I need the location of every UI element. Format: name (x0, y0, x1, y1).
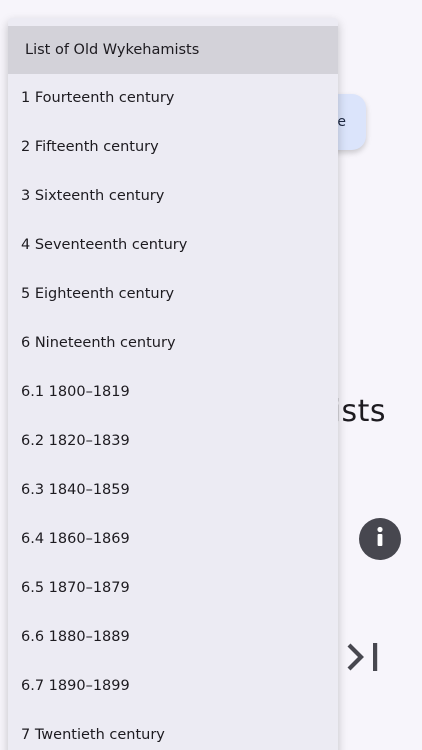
menu-item-label: 6 Nineteenth century (21, 335, 176, 351)
menu-item[interactable]: 1 Fourteenth century (8, 74, 338, 122)
menu-item[interactable]: 6.6 1880–1889 (8, 613, 338, 661)
menu-item[interactable]: 7 Twentieth century (8, 711, 338, 750)
menu-item[interactable]: 3 Sixteenth century (8, 172, 338, 220)
toc-dropdown-menu: List of Old Wykehamists 1 Fourteenth cen… (8, 18, 338, 750)
menu-item[interactable]: 2 Fifteenth century (8, 123, 338, 171)
menu-item-label: 6.2 1820–1839 (21, 433, 130, 449)
menu-item-label: 4 Seventeenth century (21, 237, 188, 253)
page-title-text: ists (332, 393, 386, 429)
screen: e ists List of Old Wykehamists 1 Fourtee… (0, 0, 422, 750)
menu-item[interactable]: 5 Eighteenth century (8, 270, 338, 318)
background-button-label: e (337, 114, 346, 130)
menu-item[interactable]: 4 Seventeenth century (8, 221, 338, 269)
menu-item[interactable]: 6.3 1840–1859 (8, 466, 338, 514)
info-button[interactable] (359, 518, 401, 560)
menu-item-label: 6.4 1860–1869 (21, 531, 130, 547)
menu-header-label: List of Old Wykehamists (25, 42, 200, 58)
menu-item-label: 6.6 1880–1889 (21, 629, 130, 645)
menu-item[interactable]: 6.4 1860–1869 (8, 515, 338, 563)
menu-item[interactable]: 6.2 1820–1839 (8, 417, 338, 465)
info-icon (359, 516, 401, 562)
menu-item-label: 1 Fourteenth century (21, 90, 175, 106)
menu-item[interactable]: 6 Nineteenth century (8, 319, 338, 367)
menu-item-label: 3 Sixteenth century (21, 188, 165, 204)
menu-item-header[interactable]: List of Old Wykehamists (8, 26, 338, 74)
menu-item[interactable]: 6.7 1890–1899 (8, 662, 338, 710)
menu-item-label: 7 Twentieth century (21, 727, 165, 743)
menu-item[interactable]: 6.5 1870–1879 (8, 564, 338, 612)
menu-item-label: 2 Fifteenth century (21, 139, 159, 155)
menu-item-label: 6.5 1870–1879 (21, 580, 130, 596)
menu-item[interactable]: 6.1 1800–1819 (8, 368, 338, 416)
menu-item-label: 6.1 1800–1819 (21, 384, 130, 400)
skip-to-end-button[interactable] (342, 638, 384, 680)
menu-item-label: 6.7 1890–1899 (21, 678, 130, 694)
menu-item-label: 6.3 1840–1859 (21, 482, 130, 498)
menu-item-label: 5 Eighteenth century (21, 286, 175, 302)
skip-to-end-icon (342, 636, 384, 682)
